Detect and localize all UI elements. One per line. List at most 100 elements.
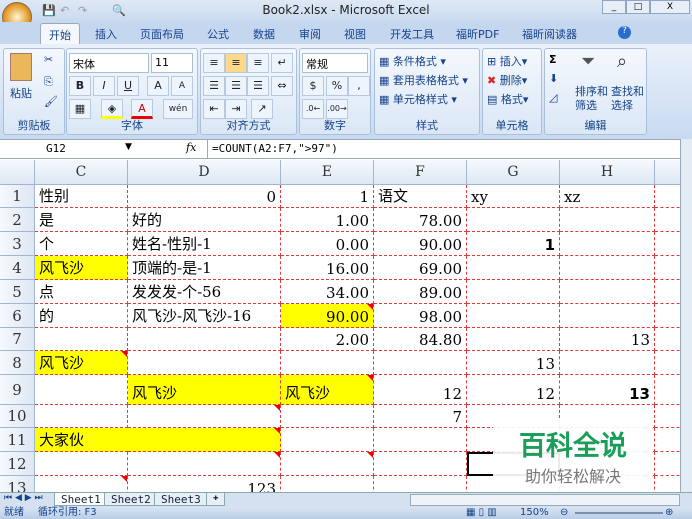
cell-G3[interactable]: 1 xyxy=(467,232,560,256)
decrease-indent-icon[interactable]: ⇤ xyxy=(203,99,225,119)
comma-button[interactable]: , xyxy=(348,76,370,96)
cell-E8[interactable] xyxy=(281,351,374,375)
vertical-scrollbar[interactable] xyxy=(680,139,692,492)
row-header-7[interactable]: 7 xyxy=(0,328,35,351)
increase-decimal-icon[interactable]: .0← xyxy=(302,99,324,119)
cell-H7[interactable]: 13 xyxy=(560,328,655,351)
cell-E7[interactable]: 2.00 xyxy=(281,328,374,351)
zoom-out-icon[interactable]: ⊖ xyxy=(560,507,568,519)
percent-button[interactable]: % xyxy=(326,76,348,96)
name-box-dropdown-icon[interactable]: ▼ xyxy=(125,142,132,152)
row-header-3[interactable]: 3 xyxy=(0,232,35,256)
font-name-select[interactable]: 宋体 xyxy=(69,53,149,73)
cell-E1[interactable]: 1 xyxy=(281,185,374,208)
number-format-select[interactable]: 常规 xyxy=(302,53,368,73)
cell-H8[interactable] xyxy=(560,351,655,375)
cell-E12[interactable] xyxy=(281,452,374,476)
help-icon[interactable]: ? xyxy=(618,26,631,39)
shrink-font-button[interactable]: A xyxy=(171,76,193,96)
row-header-6[interactable]: 6 xyxy=(0,304,35,328)
align-left-icon[interactable]: ☰ xyxy=(203,76,225,96)
cell-H5[interactable] xyxy=(560,280,655,304)
tab-insert[interactable]: 插入 xyxy=(95,26,117,42)
format-cells-button[interactable]: ▤ 格式▾ xyxy=(487,91,528,107)
column-header-H[interactable]: H xyxy=(560,160,655,185)
decrease-decimal-icon[interactable]: .00→ xyxy=(326,99,348,119)
delete-cells-button[interactable]: ✖ 删除▾ xyxy=(487,72,527,88)
cell-G2[interactable] xyxy=(467,208,560,232)
clear-icon[interactable]: ◿ xyxy=(549,91,557,104)
cell-E10[interactable] xyxy=(281,405,374,428)
cell-H3[interactable] xyxy=(560,232,655,256)
align-center-icon[interactable]: ☰ xyxy=(225,76,247,96)
row-header-11[interactable]: 11 xyxy=(0,428,35,452)
cell-I9[interactable] xyxy=(655,375,680,405)
cell-E5[interactable]: 34.00 xyxy=(281,280,374,304)
cell-F3[interactable]: 90.00 xyxy=(374,232,467,256)
align-top-icon[interactable]: ≡ xyxy=(203,53,225,73)
cell-C2[interactable]: 是 xyxy=(35,208,128,232)
font-size-select[interactable]: 11 xyxy=(151,53,193,73)
align-middle-icon[interactable]: ≡ xyxy=(225,53,247,73)
cell-D9[interactable]: 风飞沙 xyxy=(128,375,281,405)
cell-C6[interactable]: 的 xyxy=(35,304,128,328)
merge-center-icon[interactable]: ⇔ xyxy=(271,76,293,96)
cell-G7[interactable] xyxy=(467,328,560,351)
cell-F5[interactable]: 89.00 xyxy=(374,280,467,304)
row-header-5[interactable]: 5 xyxy=(0,280,35,304)
row-header-10[interactable]: 10 xyxy=(0,405,35,428)
bold-button[interactable]: B xyxy=(69,76,91,96)
underline-button[interactable]: U xyxy=(117,76,139,96)
cell-G5[interactable] xyxy=(467,280,560,304)
cell-D10[interactable] xyxy=(128,405,281,428)
sheet-tab-1[interactable]: Sheet1 xyxy=(54,493,108,506)
cell-G8[interactable]: 13 xyxy=(467,351,560,375)
tab-formulas[interactable]: 公式 xyxy=(207,26,229,42)
cell-I13[interactable] xyxy=(655,476,680,492)
cell-C8[interactable]: 风飞沙 xyxy=(35,351,128,375)
cell-D8[interactable] xyxy=(128,351,281,375)
autosum-button[interactable]: Σ xyxy=(549,53,557,66)
cell-F10[interactable]: 7 xyxy=(374,405,467,428)
cell-F12[interactable] xyxy=(374,452,467,476)
cell-I3[interactable] xyxy=(655,232,680,256)
cell-F11[interactable] xyxy=(374,428,467,452)
sheet-tab-3[interactable]: Sheet3 xyxy=(154,493,208,506)
select-all-corner[interactable] xyxy=(0,160,35,185)
find-select-label-2[interactable]: 选择 xyxy=(611,97,633,113)
row-header-13[interactable]: 13 xyxy=(0,476,35,492)
cell-G1[interactable]: xy xyxy=(467,185,560,208)
cell-F8[interactable] xyxy=(374,351,467,375)
cell-I5[interactable] xyxy=(655,280,680,304)
cell-G6[interactable] xyxy=(467,304,560,328)
cell-D5[interactable]: 发发发-个-56 xyxy=(128,280,281,304)
zoom-slider[interactable] xyxy=(575,512,663,514)
sort-filter-label-2[interactable]: 筛选 xyxy=(575,97,597,113)
cell-C13[interactable] xyxy=(35,476,128,492)
cell-E3[interactable]: 0.00 xyxy=(281,232,374,256)
cell-D13[interactable]: 123 xyxy=(128,476,281,492)
cell-F7[interactable]: 84.80 xyxy=(374,328,467,351)
cell-D3[interactable]: 姓名-性别-1 xyxy=(128,232,281,256)
cell-C10[interactable] xyxy=(35,405,128,428)
row-header-1[interactable]: 1 xyxy=(0,185,35,208)
sheet-nav-icons[interactable]: ⏮ ◀ ▶ ⏭ xyxy=(4,493,43,503)
sort-filter-icon[interactable]: ⏷ xyxy=(581,51,595,72)
cell-I2[interactable] xyxy=(655,208,680,232)
tab-foxit-pdf[interactable]: 福昕PDF xyxy=(456,26,499,42)
sheet-tab-2[interactable]: Sheet2 xyxy=(104,493,158,506)
fill-icon[interactable]: ⬇ xyxy=(549,72,558,85)
cell-C11[interactable]: 大家伙 xyxy=(35,428,128,452)
cell-I6[interactable] xyxy=(655,304,680,328)
minimize-button[interactable]: _ xyxy=(602,0,626,14)
orientation-icon[interactable]: ↗ xyxy=(251,99,273,119)
align-bottom-icon[interactable]: ≡ xyxy=(247,53,269,73)
format-painter-icon[interactable]: 🖌 xyxy=(44,95,58,108)
formula-input[interactable]: =COUNT(A2:F7,">97") xyxy=(207,140,677,158)
cell-G4[interactable] xyxy=(467,256,560,280)
cell-F4[interactable]: 69.00 xyxy=(374,256,467,280)
maximize-button[interactable]: □ xyxy=(626,0,650,14)
cell-C9[interactable] xyxy=(35,375,128,405)
cell-I8[interactable] xyxy=(655,351,680,375)
cell-D2[interactable]: 好的 xyxy=(128,208,281,232)
